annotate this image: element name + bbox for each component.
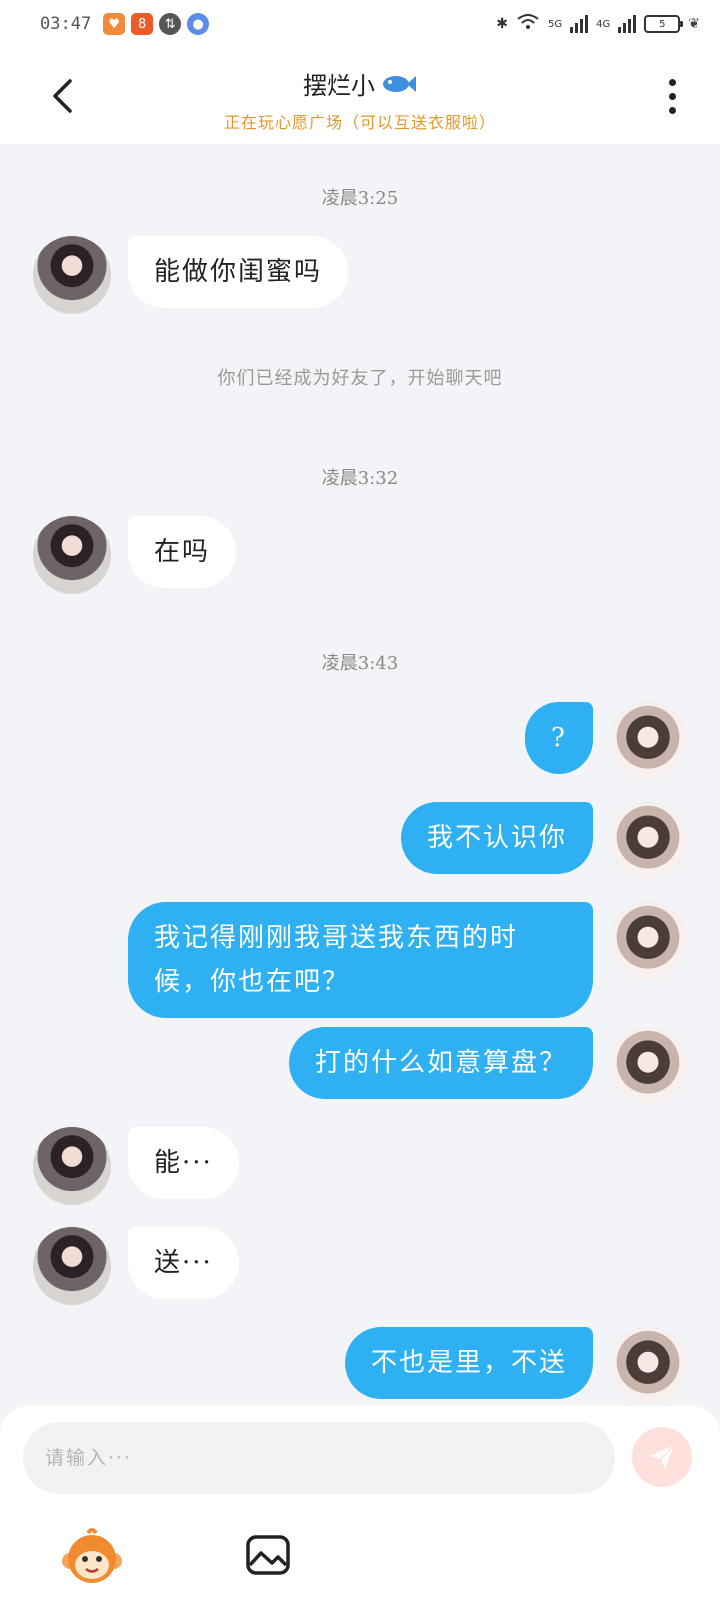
signal-strength-icon [570, 15, 589, 33]
send-button[interactable] [632, 1427, 692, 1487]
contact-avatar[interactable] [33, 236, 111, 314]
dot-icon [668, 106, 676, 114]
sync-icon: ⇅ [159, 13, 182, 35]
status-indicators: ✱ 5G 4G 5 ❦ [496, 13, 700, 35]
my-avatar[interactable] [609, 802, 687, 880]
image-icon [246, 1535, 290, 1575]
dot-icon [668, 78, 676, 86]
image-picker-button[interactable] [244, 1531, 292, 1579]
back-button[interactable] [40, 70, 84, 122]
status-bar: 03:47 ♥ 8 ⇅ ● ✱ 5G 4G 5 ❦ [0, 0, 720, 48]
heart-app-icon: ♥ [103, 13, 126, 35]
outgoing-message-bubble[interactable]: 我不认识你 [400, 802, 593, 874]
more-options-button[interactable] [660, 70, 684, 122]
battery-level: 5 [659, 18, 666, 30]
contact-avatar[interactable] [33, 1227, 111, 1305]
my-avatar[interactable] [609, 702, 687, 780]
message-input[interactable] [23, 1422, 615, 1494]
fish-icon [383, 75, 416, 92]
contact-status: 正在玩心愿广场（可以互送衣服啦） [223, 113, 496, 132]
app-notification-icon: 8 [131, 13, 154, 35]
monkey-sticker-icon [62, 1528, 122, 1583]
contact-name: 摆烂小 [303, 72, 375, 100]
planet-icon: ● [187, 13, 210, 35]
chevron-left-icon [53, 79, 72, 113]
signal-5g-label: 5G [548, 18, 563, 30]
outgoing-message-bubble[interactable]: ? [525, 702, 593, 774]
battery-icon: 5 [644, 15, 684, 33]
input-panel [0, 1406, 720, 1612]
time-stamp: 凌晨3:32 [321, 468, 399, 489]
dot-icon [668, 92, 676, 100]
outgoing-message-bubble[interactable]: 不也是里，不送 [344, 1327, 593, 1399]
time-stamp: 凌晨3:43 [321, 653, 399, 674]
my-avatar[interactable] [609, 1027, 687, 1105]
incoming-message-bubble[interactable]: 在吗 [128, 516, 237, 588]
leaf-icon: ❦ [688, 16, 700, 32]
bluetooth-icon: ✱ [496, 16, 509, 32]
status-time: 03:47 [40, 14, 92, 34]
system-notice: 你们已经成为好友了，开始聊天吧 [217, 368, 503, 389]
my-avatar[interactable] [609, 902, 687, 980]
chat-message-list[interactable]: 凌晨3:25 能做你闺蜜吗 你们已经成为好友了，开始聊天吧 凌晨3:32 在吗 … [0, 144, 720, 1406]
signal-strength-icon-2 [618, 15, 637, 33]
my-avatar[interactable] [609, 1327, 687, 1405]
incoming-message-bubble[interactable]: 能做你闺蜜吗 [128, 236, 349, 308]
contact-avatar[interactable] [33, 516, 111, 594]
chat-title-area: 摆烂小 正在玩心愿广场（可以互送衣服啦） [140, 66, 580, 133]
emoji-button[interactable] [60, 1527, 124, 1591]
time-stamp: 凌晨3:25 [321, 188, 399, 209]
contact-avatar[interactable] [33, 1127, 111, 1205]
incoming-message-bubble[interactable]: 送··· [128, 1227, 239, 1299]
chat-title[interactable]: 摆烂小 [303, 66, 417, 101]
outgoing-message-bubble[interactable]: 打的什么如意算盘？ [288, 1027, 593, 1099]
outgoing-message-bubble[interactable]: 我记得刚刚我哥送我东西的时候，你也在吧？ [128, 902, 593, 1018]
paper-plane-icon [650, 1444, 675, 1469]
signal-4g-label: 4G [596, 18, 611, 30]
incoming-message-bubble[interactable]: 能··· [128, 1127, 239, 1199]
wifi-icon [516, 13, 540, 35]
chat-header: 摆烂小 正在玩心愿广场（可以互送衣服啦） [0, 48, 720, 144]
